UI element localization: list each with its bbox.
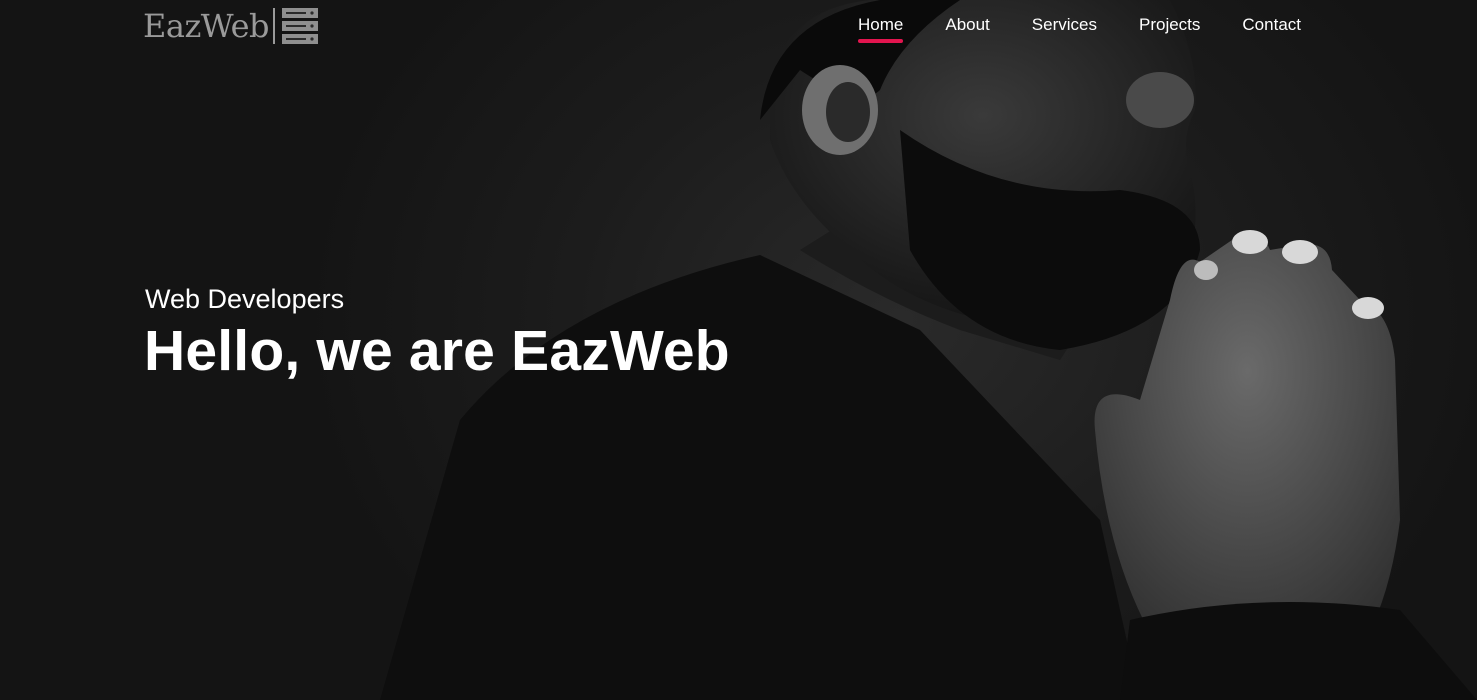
nav-about[interactable]: About — [945, 15, 989, 41]
server-rack-icon — [282, 8, 318, 44]
hero-section: EazWeb Home About Services Projects Cont… — [0, 0, 1477, 700]
main-nav: Home About Services Projects Contact — [858, 15, 1343, 43]
nav-contact[interactable]: Contact — [1242, 15, 1301, 41]
brand-logo[interactable]: EazWeb — [143, 6, 319, 46]
nav-services[interactable]: Services — [1032, 15, 1097, 41]
brand-name: EazWeb — [143, 7, 270, 45]
hero-subtitle: Web Developers — [145, 284, 345, 314]
nav-home[interactable]: Home — [858, 15, 904, 43]
logo-divider — [273, 8, 275, 44]
nav-projects[interactable]: Projects — [1139, 15, 1200, 41]
hero-headline: Hello, we are EazWeb — [144, 319, 730, 383]
